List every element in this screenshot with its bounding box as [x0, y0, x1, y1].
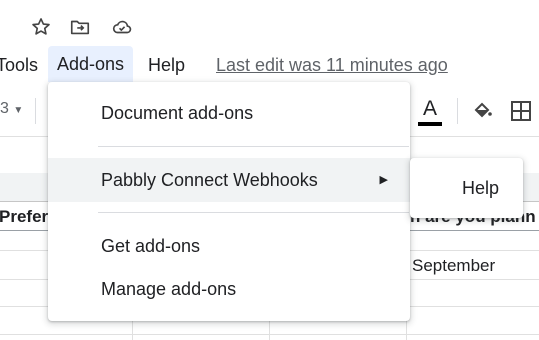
font-size-select[interactable]: 3 ▼	[0, 100, 23, 118]
menu-item-manage-addons[interactable]: Manage add-ons	[48, 267, 410, 311]
menu-help[interactable]: Help	[148, 51, 185, 79]
text-color-bar	[418, 122, 442, 126]
cell-header-preferred[interactable]: Prefer	[0, 207, 48, 227]
toolbar-divider-2	[457, 98, 458, 124]
star-icon[interactable]	[28, 14, 54, 40]
submenu-item-help[interactable]: Help	[410, 168, 523, 208]
toolbar-divider	[35, 98, 36, 124]
menu-separator	[98, 146, 409, 147]
chevron-down-icon: ▼	[13, 105, 24, 116]
font-size-value: 3	[0, 100, 9, 117]
text-color-letter: A	[422, 97, 437, 120]
submenu-arrow-icon: ▶	[379, 174, 388, 186]
borders-icon[interactable]	[509, 99, 533, 123]
submenu-item-label: Help	[462, 178, 500, 198]
addons-menu: Document add-ons Pabbly Connect Webhooks…	[48, 82, 410, 321]
menu-item-label: Pabbly Connect Webhooks	[101, 170, 318, 190]
menu-item-label: Get add-ons	[101, 236, 201, 256]
menu-item-label: Document add-ons	[101, 103, 254, 123]
menu-item-get-addons[interactable]: Get add-ons	[48, 224, 410, 268]
menu-tools[interactable]: Tools	[0, 51, 38, 79]
cloud-saved-icon[interactable]	[109, 14, 135, 40]
move-to-folder-icon[interactable]	[67, 14, 93, 40]
menu-item-document-addons[interactable]: Document add-ons	[48, 91, 410, 135]
menu-separator	[98, 212, 409, 213]
fill-color-icon[interactable]	[470, 99, 494, 123]
pabbly-submenu: Help	[410, 158, 523, 218]
menu-addons[interactable]: Add-ons	[48, 46, 134, 82]
menu-item-label: Manage add-ons	[101, 279, 237, 299]
menu-item-pabbly-connect-webhooks[interactable]: Pabbly Connect Webhooks ▶	[48, 158, 410, 202]
text-color-button[interactable]: A	[418, 97, 442, 127]
cell-september[interactable]: September	[412, 256, 495, 276]
last-edit-link[interactable]: Last edit was 11 minutes ago	[216, 51, 448, 79]
